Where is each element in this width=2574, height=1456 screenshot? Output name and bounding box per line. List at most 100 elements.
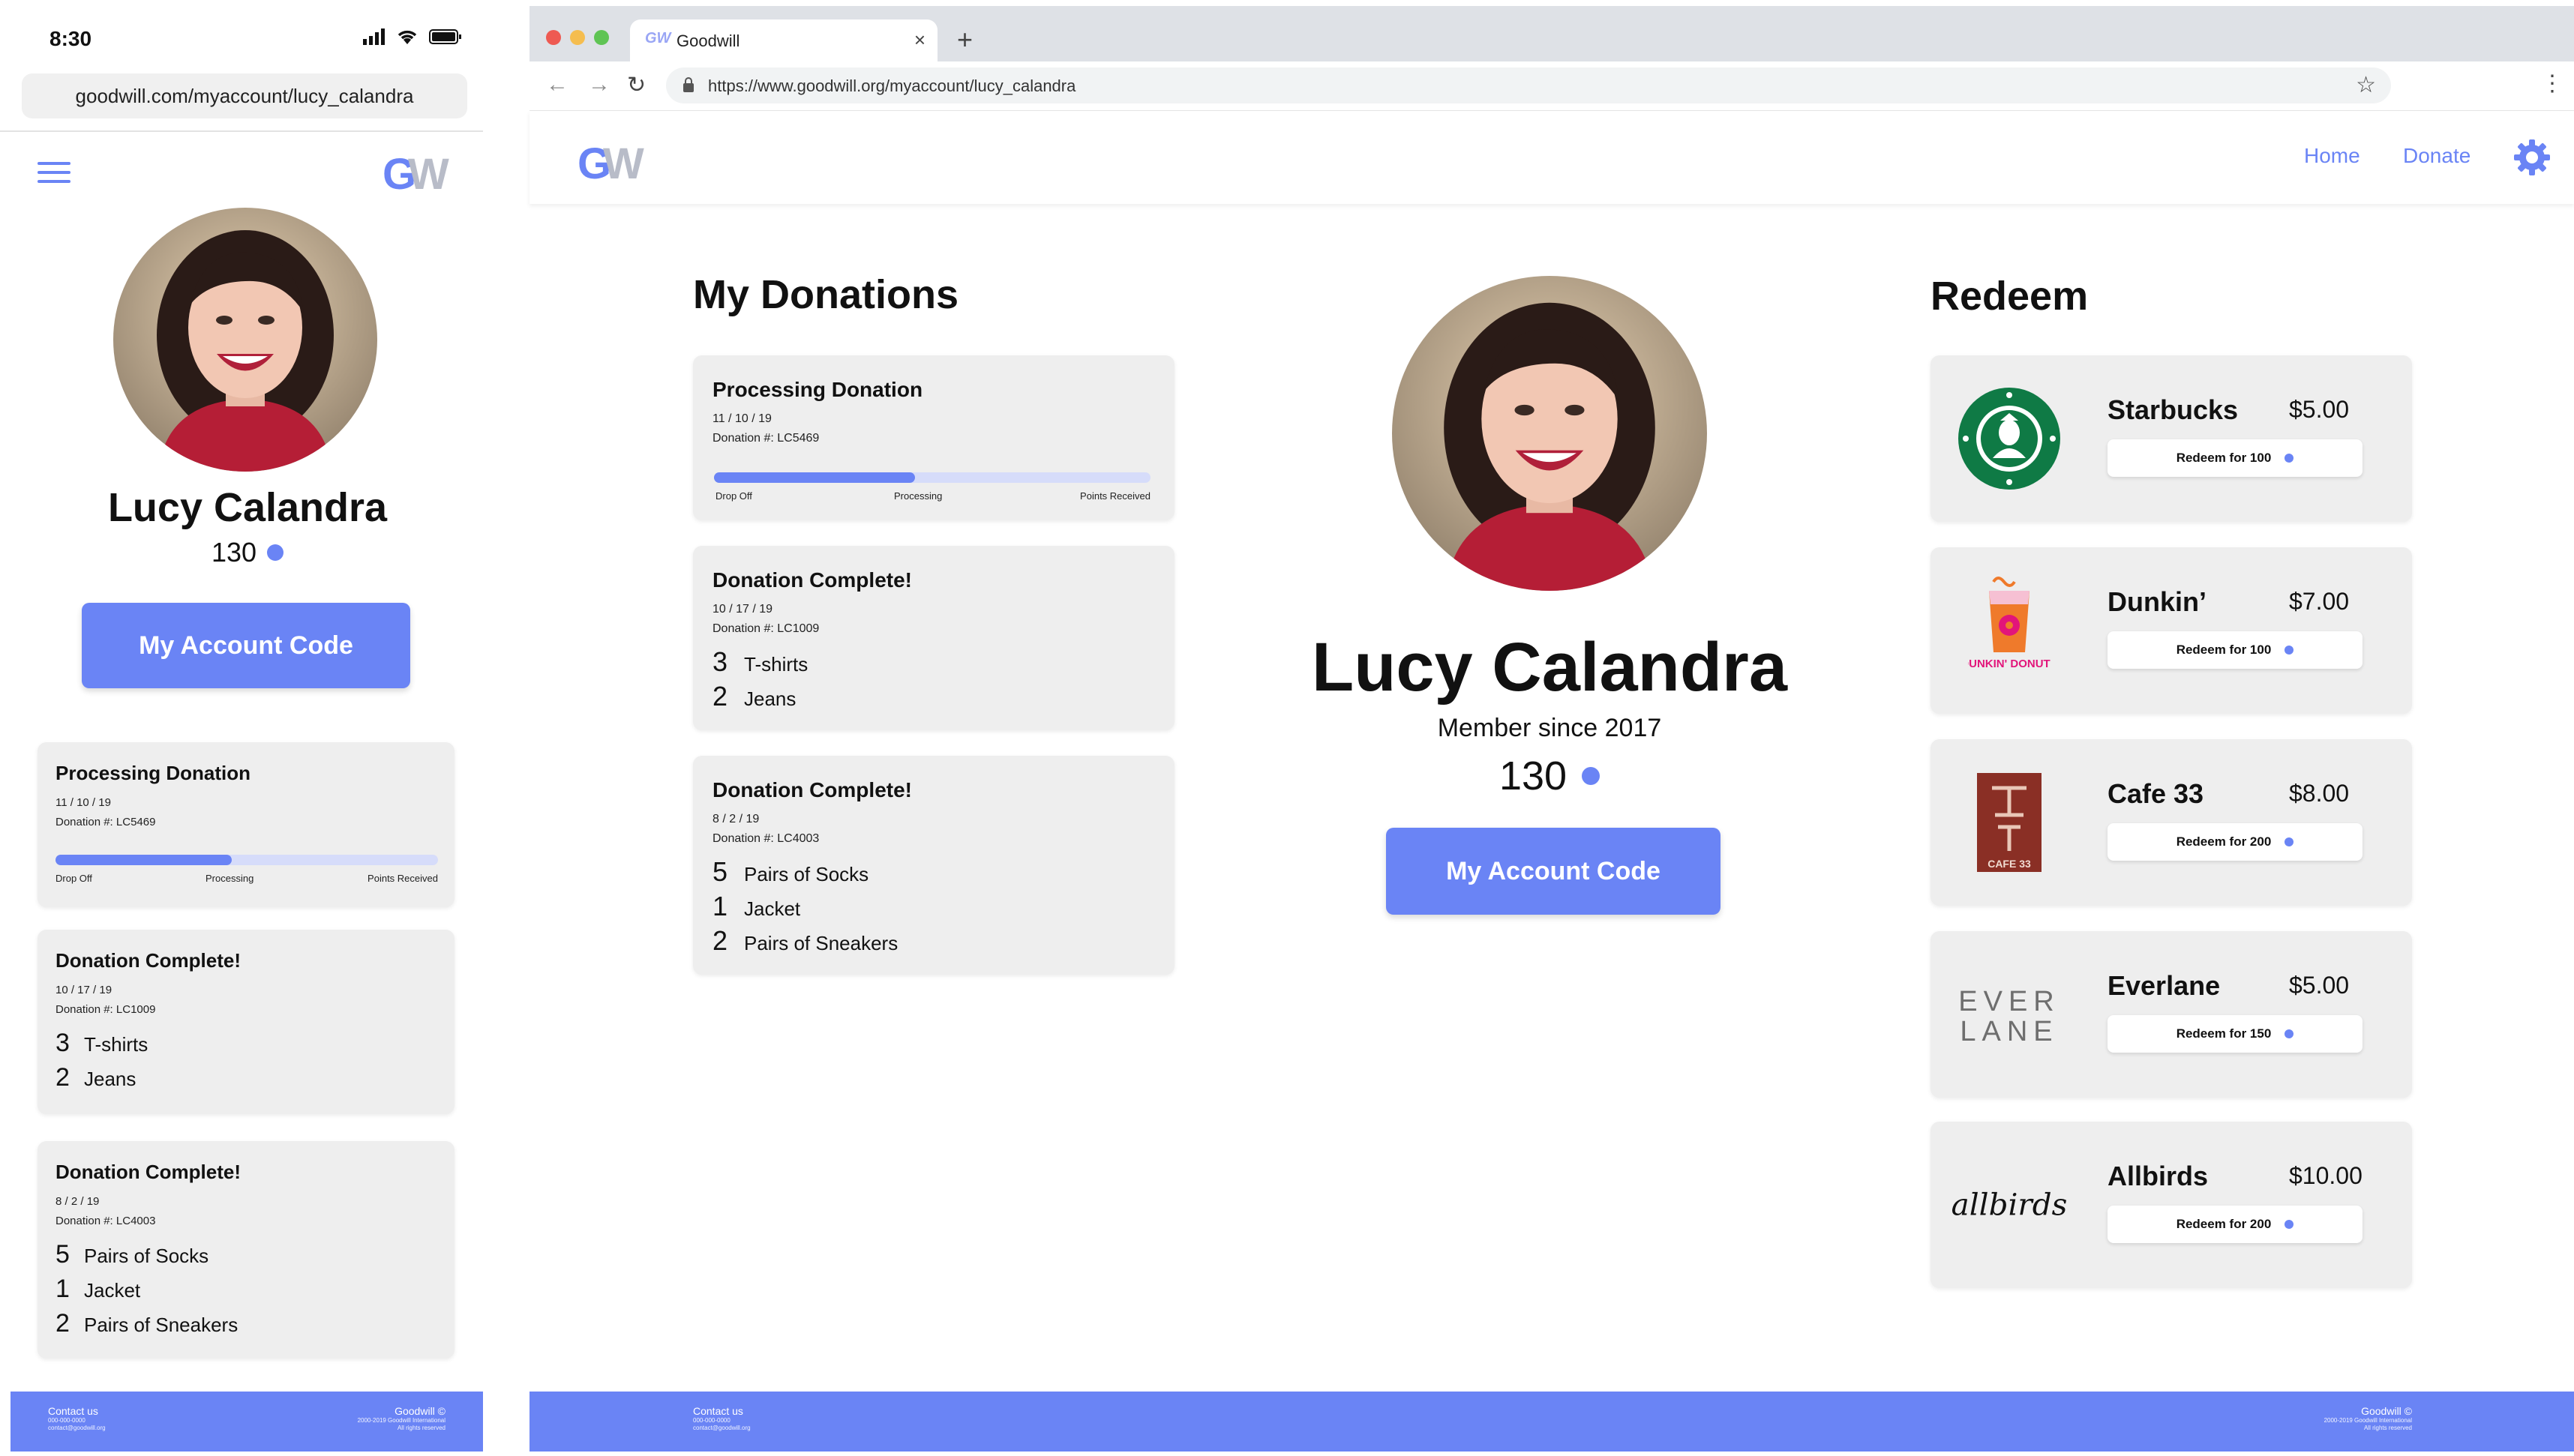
reload-icon[interactable]: ↻ [627,72,646,98]
donation-number: Donation #: LC4003 [712,832,820,845]
everlane-logo: EVER LANE [1952,957,2067,1072]
user-name: Lucy Calandra [1312,629,1787,706]
nav-home-link[interactable]: Home [2304,144,2360,168]
donation-card[interactable]: Donation Complete! 10 / 17 / 19 Donation… [38,930,454,1114]
reward-card: EVER LANE Everlane $5.00 Redeem for 150 [1930,931,2412,1098]
dunkin-logo-text: DUNKIN' DONUTS [1968,658,2050,670]
donation-card[interactable]: Donation Complete! 10 / 17 / 19 Donation… [693,546,1174,730]
goodwill-logo[interactable]: G W [578,139,650,186]
nav-donate-link[interactable]: Donate [2403,144,2470,168]
donation-title: Donation Complete! [712,778,912,801]
redeem-label: Redeem for 100 [2176,643,2272,657]
footer-contact-email: contact@goodwill.org [693,1425,751,1431]
back-icon[interactable]: ← [546,72,568,97]
donation-number: Donation #: LC4003 [56,1215,156,1227]
footer-contact-link[interactable]: Contact us [48,1405,106,1417]
points-value: 130 [1498,753,1568,798]
svg-text:W: W [603,139,644,186]
close-window-icon[interactable] [546,30,561,45]
account-code-button[interactable]: My Account Code [1386,828,1720,915]
mobile-view: 8:30 goodwill.com/myaccount/lucy_calandr… [0,0,495,1456]
reward-card: CAFE 33 Cafe 33 $8.00 Redeem for 200 [1930,739,2412,906]
member-since: Member since 2017 [1437,714,1662,742]
cafe33-logo-text: CAFE 33 [1988,858,2031,870]
everlane-logo-line1: EVER [1958,986,2060,1017]
settings-gear-icon[interactable] [2511,136,2553,178]
donation-card[interactable]: Donation Complete! 8 / 2 / 19 Donation #… [693,756,1174,975]
redeem-label: Redeem for 200 [2176,1217,2272,1231]
bookmark-star-icon[interactable]: ☆ [2356,72,2376,98]
reward-brand: Dunkin’ [2108,586,2206,617]
donation-card[interactable]: Donation Complete! 8 / 2 / 19 Donation #… [38,1141,454,1359]
browser-menu-icon[interactable]: ⋮ [2541,70,2564,97]
status-bar: 8:30 [0,0,495,75]
battery-icon [429,29,461,44]
reward-card: Starbucks $5.00 Redeem for 100 [1930,355,2412,522]
donation-date: 8 / 2 / 19 [56,1195,100,1208]
donation-items: 3 T-shirts 2 Jeans [712,646,808,715]
donation-title: Processing Donation [56,762,251,784]
favicon-icon: GW [645,30,671,46]
donation-date: 10 / 17 / 19 [712,603,773,616]
points-dot-icon [2284,454,2294,463]
donation-item: 1 Jacket [56,1275,141,1303]
dunkin-logo: DUNKIN' DONUTS [1952,573,2067,688]
points-dot-icon [2284,646,2294,655]
minimize-window-icon[interactable] [570,30,585,45]
reward-brand: Starbucks [2108,394,2239,425]
footer-rights: All rights reserved [2363,1425,2412,1431]
donation-number: Donation #: LC5469 [712,432,820,445]
footer-brand: Goodwill © [2361,1405,2412,1417]
donation-title: Donation Complete! [56,949,241,972]
mobile-url-text: goodwill.com/myaccount/lucy_calandra [75,84,414,107]
donation-meta: 10 / 17 / 19 Donation #: LC1009 [712,600,819,639]
footer-contact-link[interactable]: Contact us [693,1405,751,1417]
tab-title: Goodwill [676,31,740,50]
donation-meta: 11 / 10 / 19 Donation #: LC5469 [56,793,155,832]
donation-meta: 8 / 2 / 19 Donation #: LC4003 [56,1192,155,1231]
donation-progress: Drop Off Processing Points Received [714,472,1150,510]
new-tab-icon[interactable]: + [957,24,973,55]
cafe33-logo: CAFE 33 [1952,765,2067,880]
lock-icon [683,77,694,92]
browser-tab-bar: GW Goodwill × + [530,6,2574,61]
donation-item: 3 T-shirts [56,1029,148,1057]
allbirds-logo: allbirds [1952,1147,2067,1263]
redeem-button[interactable]: Redeem for 100 [2108,631,2362,669]
redeem-button[interactable]: Redeem for 200 [2108,823,2362,861]
browser-tab[interactable]: GW Goodwill × [630,19,938,61]
redeem-button[interactable]: Redeem for 150 [2108,1015,2362,1053]
redeem-label: Redeem for 200 [2176,834,2272,849]
reward-brand: Everlane [2108,970,2221,1001]
donation-number: Donation #: LC1009 [56,1003,156,1016]
hamburger-menu-icon[interactable] [38,162,70,184]
address-bar[interactable]: https://www.goodwill.org/myaccount/lucy_… [666,67,2391,103]
forward-icon[interactable]: → [588,72,610,97]
tab-close-icon[interactable]: × [914,28,926,52]
donation-title: Processing Donation [712,378,923,401]
desktop-browser: GW Goodwill × + ← → ↻ https://www.goodwi… [530,6,2574,1456]
status-time: 8:30 [50,27,92,50]
goodwill-logo[interactable]: G W [382,150,454,196]
footer-copyright: 2000-2019 Goodwill International [2324,1417,2412,1424]
wifi-icon [398,30,417,44]
footer-brand: Goodwill © [394,1405,446,1417]
maximize-window-icon[interactable] [594,30,609,45]
address-url: https://www.goodwill.org/myaccount/lucy_… [708,76,1076,95]
points-dot-icon [2284,837,2294,846]
reward-price: $10.00 [2289,1162,2362,1189]
points-display: 130 [0,537,495,568]
donation-item: 3 T-shirts [712,646,808,677]
donation-card[interactable]: Processing Donation 11 / 10 / 19 Donatio… [38,742,454,907]
stage-label: Drop Off [56,873,92,884]
donation-progress: Drop Off Processing Points Received [56,855,438,892]
account-code-button[interactable]: My Account Code [82,603,410,688]
reward-price: $5.00 [2289,972,2350,999]
donation-meta: 10 / 17 / 19 Donation #: LC1009 [56,981,155,1020]
points-dot-icon [2284,1029,2294,1038]
donation-title: Donation Complete! [56,1161,241,1183]
redeem-button[interactable]: Redeem for 100 [2108,439,2362,477]
redeem-button[interactable]: Redeem for 200 [2108,1206,2362,1243]
donation-card[interactable]: Processing Donation 11 / 10 / 19 Donatio… [693,355,1174,520]
mobile-url-bar[interactable]: goodwill.com/myaccount/lucy_calandra [22,73,467,118]
